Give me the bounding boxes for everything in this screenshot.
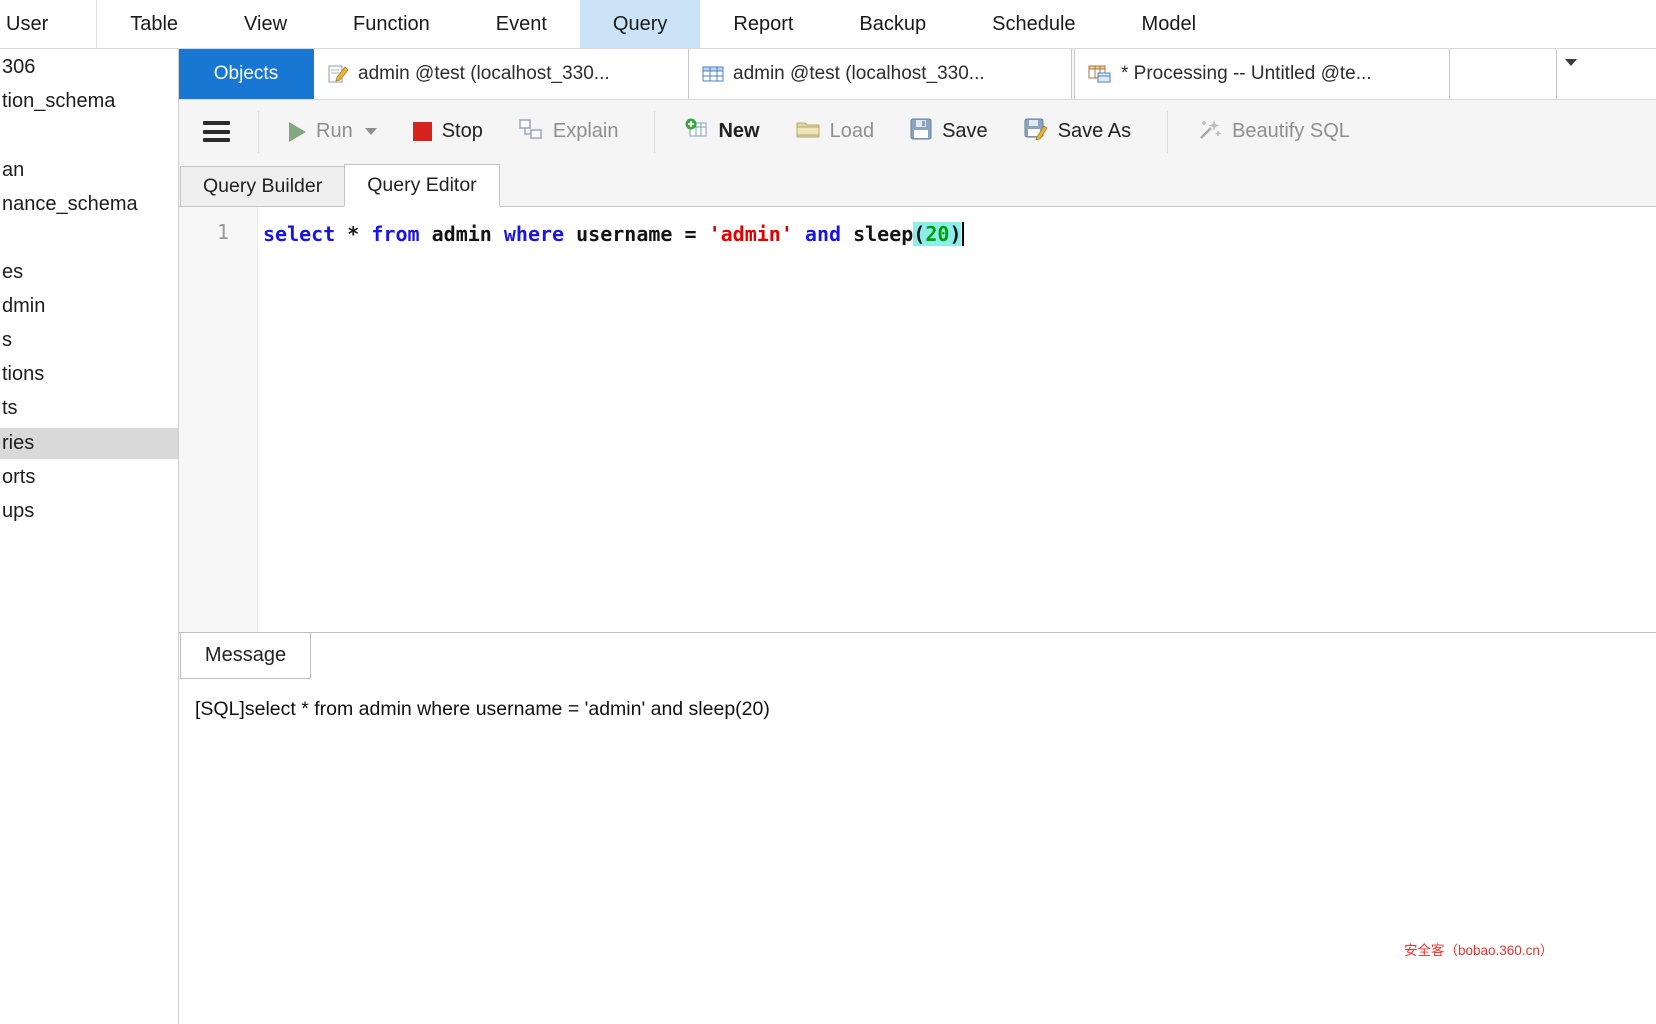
stop-button[interactable]: Stop: [413, 120, 483, 143]
query-file-icon: [327, 63, 349, 85]
save-floppy-icon: [910, 118, 932, 146]
save-button[interactable]: Save: [910, 118, 988, 146]
sql-code-line[interactable]: select * from admin where username = 'ad…: [263, 220, 1646, 248]
editor-mode-tabs: Query Builder Query Editor: [179, 163, 1656, 206]
table-grid-icon: [702, 63, 724, 85]
sql-editor[interactable]: 1 select * from admin where username = '…: [179, 206, 1656, 632]
tabstrip-empty-space: [1450, 49, 1556, 99]
menu-item-query[interactable]: Query: [580, 0, 700, 48]
sql-keyword: where: [504, 222, 576, 246]
menu-item-view[interactable]: View: [211, 0, 320, 48]
save-as-floppy-icon: [1024, 118, 1048, 146]
line-number: 1: [179, 220, 229, 244]
message-log-line: [SQL]select * from admin where username …: [195, 698, 770, 721]
beautify-label: Beautify SQL: [1232, 120, 1350, 143]
tree-item-reports[interactable]: orts: [0, 462, 178, 493]
sql-identifier: username: [576, 222, 684, 246]
menu-item-function[interactable]: Function: [320, 0, 463, 48]
run-play-icon: [289, 122, 306, 142]
load-button[interactable]: Load: [796, 119, 875, 145]
tree-item-information-schema[interactable]: tion_schema: [0, 86, 178, 117]
beautify-sql-button[interactable]: Beautify SQL: [1198, 117, 1350, 147]
run-button[interactable]: Run: [289, 120, 377, 143]
tab-table-admin[interactable]: admin @test (localhost_330...: [689, 49, 1072, 99]
tab-query-builder[interactable]: Query Builder: [180, 166, 345, 206]
tree-item-admin[interactable]: dmin: [0, 291, 178, 322]
stop-label: Stop: [442, 120, 483, 143]
sql-open-paren: (: [913, 222, 925, 246]
tree-item-backups[interactable]: ups: [0, 496, 178, 527]
tree-item-views[interactable]: s: [0, 325, 178, 356]
processing-query-icon: [1088, 63, 1112, 85]
sql-number: 20: [925, 222, 949, 246]
query-toolbar: Run Stop Explain: [179, 100, 1656, 163]
tab-objects[interactable]: Objects: [179, 49, 314, 99]
connection-tree: 306 tion_schema an nance_schema es dmin …: [0, 49, 179, 1024]
sql-star: *: [347, 222, 371, 246]
menu-bar: User Table View Function Event Query Rep…: [0, 0, 1656, 49]
toolbar-divider: [654, 111, 655, 153]
new-query-icon: [685, 118, 708, 146]
toolbar-divider: [1167, 111, 1168, 153]
tree-item-performance-schema[interactable]: nance_schema: [0, 189, 178, 220]
explain-icon: [519, 118, 543, 146]
menu-item-user[interactable]: User: [0, 0, 96, 48]
tab-processing-untitled[interactable]: * Processing -- Untitled @te...: [1074, 49, 1450, 99]
tab-label: admin @test (localhost_330...: [733, 63, 985, 85]
save-as-button[interactable]: Save As: [1024, 118, 1131, 146]
chevron-down-icon: [1565, 59, 1577, 66]
run-label: Run: [316, 120, 353, 143]
sql-identifier: admin: [432, 222, 504, 246]
beautify-wand-icon: [1198, 117, 1222, 147]
sql-operator: =: [684, 222, 708, 246]
sql-close-paren: ): [949, 222, 961, 246]
tree-item-tables[interactable]: es: [0, 257, 178, 288]
document-tabstrip: Objects admin @test (localhost_330...: [179, 49, 1656, 100]
tab-query-admin-1[interactable]: admin @test (localhost_330...: [314, 49, 689, 99]
menu-item-model[interactable]: Model: [1109, 0, 1229, 48]
hamburger-icon: [203, 121, 230, 142]
tab-message[interactable]: Message: [180, 633, 311, 679]
new-query-button[interactable]: New: [685, 118, 759, 146]
tree-item-queries[interactable]: ries: [0, 428, 178, 459]
menu-item-schedule[interactable]: Schedule: [959, 0, 1108, 48]
text-cursor: [962, 222, 964, 246]
sql-keyword: and: [805, 222, 853, 246]
stop-icon: [413, 122, 432, 141]
folder-open-icon: [796, 119, 820, 145]
tab-query-editor[interactable]: Query Editor: [344, 164, 499, 207]
menu-item-table[interactable]: Table: [97, 0, 211, 48]
sql-function: sleep: [853, 222, 913, 246]
menu-item-backup[interactable]: Backup: [826, 0, 959, 48]
explain-label: Explain: [553, 120, 619, 143]
tree-item-events[interactable]: ts: [0, 393, 178, 424]
line-number-gutter: 1: [179, 207, 258, 632]
sidebar-toggle-button[interactable]: [203, 121, 230, 142]
save-as-label: Save As: [1058, 120, 1131, 143]
tab-label: * Processing -- Untitled @te...: [1121, 63, 1372, 85]
save-label: Save: [942, 120, 988, 143]
tree-item-functions[interactable]: tions: [0, 359, 178, 390]
toolbar-divider: [258, 111, 259, 153]
sql-keyword: select: [263, 222, 347, 246]
tree-item-an[interactable]: an: [0, 155, 178, 186]
watermark-text: 安全客（bobao.360.cn）: [1404, 939, 1553, 959]
main-area: Objects admin @test (localhost_330...: [179, 49, 1656, 1024]
tree-item-3306[interactable]: 306: [0, 52, 178, 83]
explain-button[interactable]: Explain: [519, 118, 619, 146]
sql-string: 'admin': [709, 222, 805, 246]
run-dropdown-icon[interactable]: [365, 128, 377, 135]
tab-label: admin @test (localhost_330...: [358, 63, 610, 85]
new-label: New: [718, 120, 759, 143]
tab-overflow-button[interactable]: [1556, 49, 1656, 99]
menu-item-event[interactable]: Event: [463, 0, 580, 48]
load-label: Load: [830, 120, 875, 143]
tab-objects-label: Objects: [214, 63, 278, 85]
message-panel: Message [SQL]select * from admin where u…: [179, 632, 1656, 1024]
menu-item-report[interactable]: Report: [700, 0, 826, 48]
sql-keyword: from: [371, 222, 431, 246]
